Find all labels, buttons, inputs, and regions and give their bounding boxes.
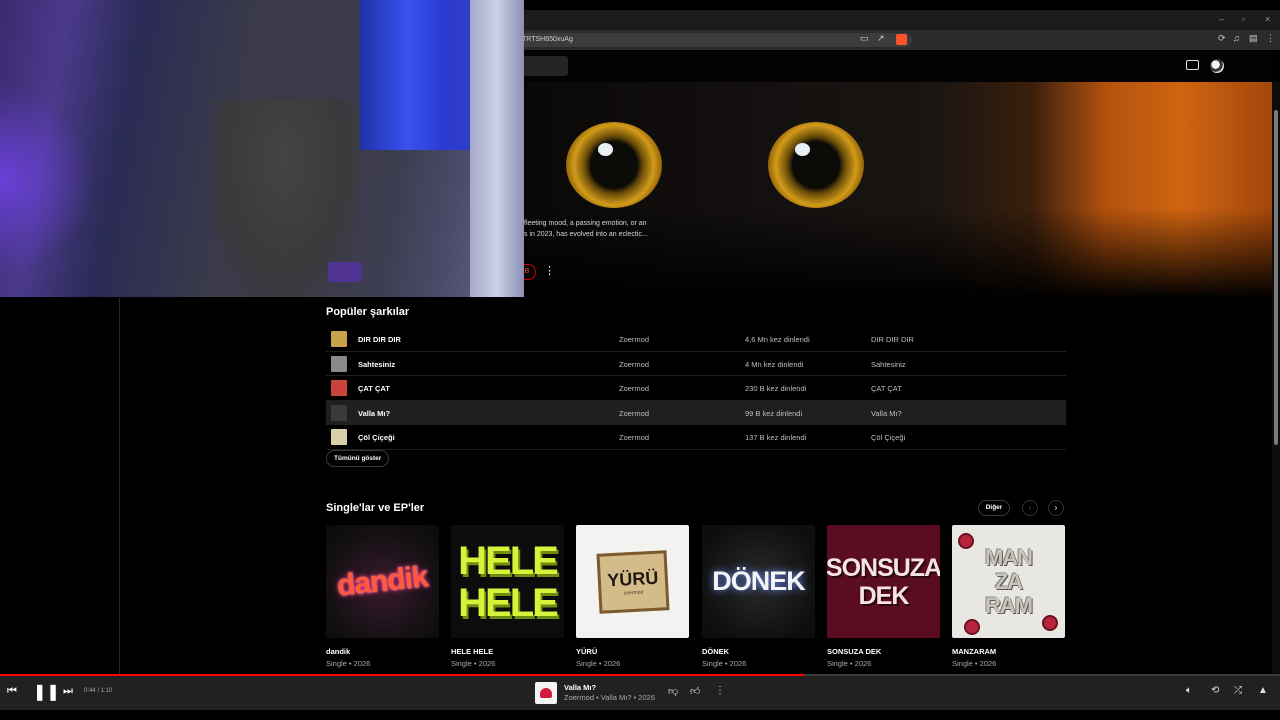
artist-banner: [520, 82, 1272, 298]
single-title[interactable]: dandik: [326, 647, 440, 656]
single-subtitle: Single • 2026: [702, 659, 747, 668]
song-album[interactable]: Valla Mı?: [871, 409, 902, 418]
song-plays: 230 B kez dinlendi: [745, 384, 807, 394]
now-playing-subtitle[interactable]: Zoermod • Valla Mı? • 2026: [564, 693, 655, 702]
carousel-prev-icon[interactable]: ‹: [1022, 500, 1038, 516]
banner-eye-left: [566, 122, 662, 208]
single-card[interactable]: YÜRÜ zoermod YÜRÜ Single • 2026: [576, 525, 690, 668]
song-artist[interactable]: Zoermod: [619, 384, 649, 393]
previous-track-icon[interactable]: ⏮: [7, 685, 17, 698]
carousel-next-icon[interactable]: ›: [1048, 500, 1064, 516]
maximize-icon[interactable]: ▫: [1242, 14, 1245, 24]
song-plays: 99 B kez dinlendi: [745, 408, 803, 418]
artist-description[interactable]: fleeting mood, a passing emotion, or an …: [524, 218, 654, 240]
single-subtitle: Single • 2026: [827, 659, 872, 668]
song-thumbnail[interactable]: [331, 429, 347, 446]
now-playing-thumbnail[interactable]: [535, 682, 557, 704]
expand-player-icon[interactable]: ▲: [1258, 685, 1268, 696]
album-art[interactable]: HELE HELE: [451, 525, 564, 638]
scrollbar-thumb[interactable]: [1274, 110, 1278, 445]
reading-icon[interactable]: ▤: [1249, 33, 1258, 44]
close-icon[interactable]: ×: [1265, 14, 1270, 24]
bottom-strip: [0, 710, 1280, 720]
minimize-icon[interactable]: –: [1219, 14, 1224, 24]
more-button[interactable]: Diğer: [978, 500, 1010, 516]
volume-icon[interactable]: 🔈︎: [1186, 685, 1192, 696]
album-art[interactable]: DÖNEK: [702, 525, 815, 638]
shuffle-icon[interactable]: ⤮: [1234, 685, 1242, 696]
single-subtitle: Single • 2026: [952, 659, 997, 668]
song-plays: 4,6 Mn kez dinlendi: [745, 335, 810, 344]
song-row-playing[interactable]: Valla Mı? Zoermod 99 B kez dinlendi Vall…: [326, 400, 1066, 426]
song-album[interactable]: ÇAT ÇAT: [871, 384, 902, 393]
screen-icon[interactable]: ▭: [860, 33, 869, 44]
album-art[interactable]: SONSUZA DEK: [827, 525, 940, 638]
song-artist[interactable]: Zoermod: [619, 335, 649, 344]
song-row[interactable]: ÇAT ÇAT Zoermod 230 B kez dinlendi ÇAT Ç…: [326, 376, 1066, 401]
song-thumbnail[interactable]: [331, 331, 347, 347]
song-plays: 4 Mn kez dinlendi: [745, 359, 804, 369]
song-artist[interactable]: Zoermod: [619, 360, 649, 369]
song-row[interactable]: Sahtesiniz Zoermod 4 Mn kez dinlendi Sah…: [326, 352, 1066, 377]
webcam-overlay: [0, 0, 524, 297]
show-all-button[interactable]: Tümünü göster: [326, 450, 390, 467]
single-subtitle: Single • 2026: [451, 659, 496, 668]
more-options-icon[interactable]: ⋮: [544, 264, 555, 277]
song-title[interactable]: ÇAT ÇAT: [358, 384, 390, 393]
song-plays: 137 B kez dinlendi: [745, 433, 807, 443]
single-card[interactable]: HELE HELE HELE HELE Single • 2026: [451, 525, 565, 668]
song-album[interactable]: Çöl Çiçeği: [871, 433, 905, 442]
music-icon[interactable]: ♫: [1233, 33, 1240, 43]
repeat-icon[interactable]: ⟲: [1211, 685, 1219, 696]
album-art[interactable]: MAN ZA RAM: [952, 525, 1065, 638]
dislike-icon[interactable]: 👎︎: [668, 685, 678, 697]
brave-shield-icon[interactable]: [896, 34, 907, 45]
song-row[interactable]: Çöl Çiçeği Zoermod 137 B kez dinlendi Çö…: [326, 425, 1066, 450]
single-title[interactable]: YÜRÜ: [576, 647, 690, 656]
song-title[interactable]: Valla Mı?: [358, 409, 390, 418]
popular-songs-heading: Popüler şarkılar: [326, 306, 410, 318]
single-title[interactable]: SONSUZA DEK: [827, 647, 941, 656]
avatar[interactable]: [1210, 59, 1224, 73]
album-art[interactable]: YÜRÜ zoermod: [576, 525, 689, 638]
now-playing-title[interactable]: Valla Mı?: [564, 683, 596, 692]
cast-icon[interactable]: [1186, 60, 1199, 70]
sidebar-divider: [119, 298, 120, 674]
playback-time: 0:44 / 1:10: [84, 688, 113, 694]
single-title[interactable]: HELE HELE: [451, 647, 565, 656]
single-subtitle: Single • 2026: [326, 659, 371, 668]
singles-heading: Single'lar ve EP'ler: [326, 502, 425, 514]
more-options-icon[interactable]: ⋮: [715, 685, 725, 696]
next-track-icon[interactable]: ⏭: [63, 685, 73, 698]
song-row[interactable]: DIR DIR DIR Zoermod 4,6 Mn kez dinlendi …: [326, 327, 1066, 352]
single-card[interactable]: MAN ZA RAM MANZARAM Single • 2026: [952, 525, 1066, 668]
song-thumbnail[interactable]: [331, 380, 347, 397]
single-card[interactable]: dandik dandik Single • 2026: [326, 525, 440, 668]
menu-icon[interactable]: ⋮: [1266, 33, 1275, 44]
popular-songs-list: DIR DIR DIR Zoermod 4,6 Mn kez dinlendi …: [326, 327, 1066, 450]
single-subtitle: Single • 2026: [576, 659, 621, 668]
address-bar[interactable]: TRTSH650xuAg: [500, 33, 912, 47]
extension-icon[interactable]: ⟳: [1218, 33, 1226, 44]
share-icon[interactable]: ↗: [877, 33, 885, 44]
single-card[interactable]: DÖNEK DÖNEK Single • 2026: [702, 525, 816, 668]
song-thumbnail[interactable]: [331, 355, 347, 372]
pause-icon[interactable]: ❚❚: [33, 682, 60, 702]
like-icon[interactable]: 👍︎: [690, 685, 700, 697]
song-album[interactable]: DIR DIR DIR: [871, 335, 914, 344]
song-thumbnail[interactable]: [331, 404, 347, 421]
single-title[interactable]: MANZARAM: [952, 647, 1066, 656]
song-album[interactable]: Sahtesiniz: [871, 360, 906, 369]
song-artist[interactable]: Zoermod: [619, 409, 649, 418]
single-title[interactable]: DÖNEK: [702, 647, 816, 656]
song-title[interactable]: DIR DIR DIR: [358, 335, 401, 344]
single-card[interactable]: SONSUZA DEK SONSUZA DEK Single • 2026: [827, 525, 941, 668]
song-artist[interactable]: Zoermod: [619, 433, 649, 442]
song-title[interactable]: Sahtesiniz: [358, 360, 395, 369]
song-title[interactable]: Çöl Çiçeği: [358, 433, 395, 442]
banner-eye-right: [768, 122, 864, 208]
album-art[interactable]: dandik: [326, 525, 439, 638]
